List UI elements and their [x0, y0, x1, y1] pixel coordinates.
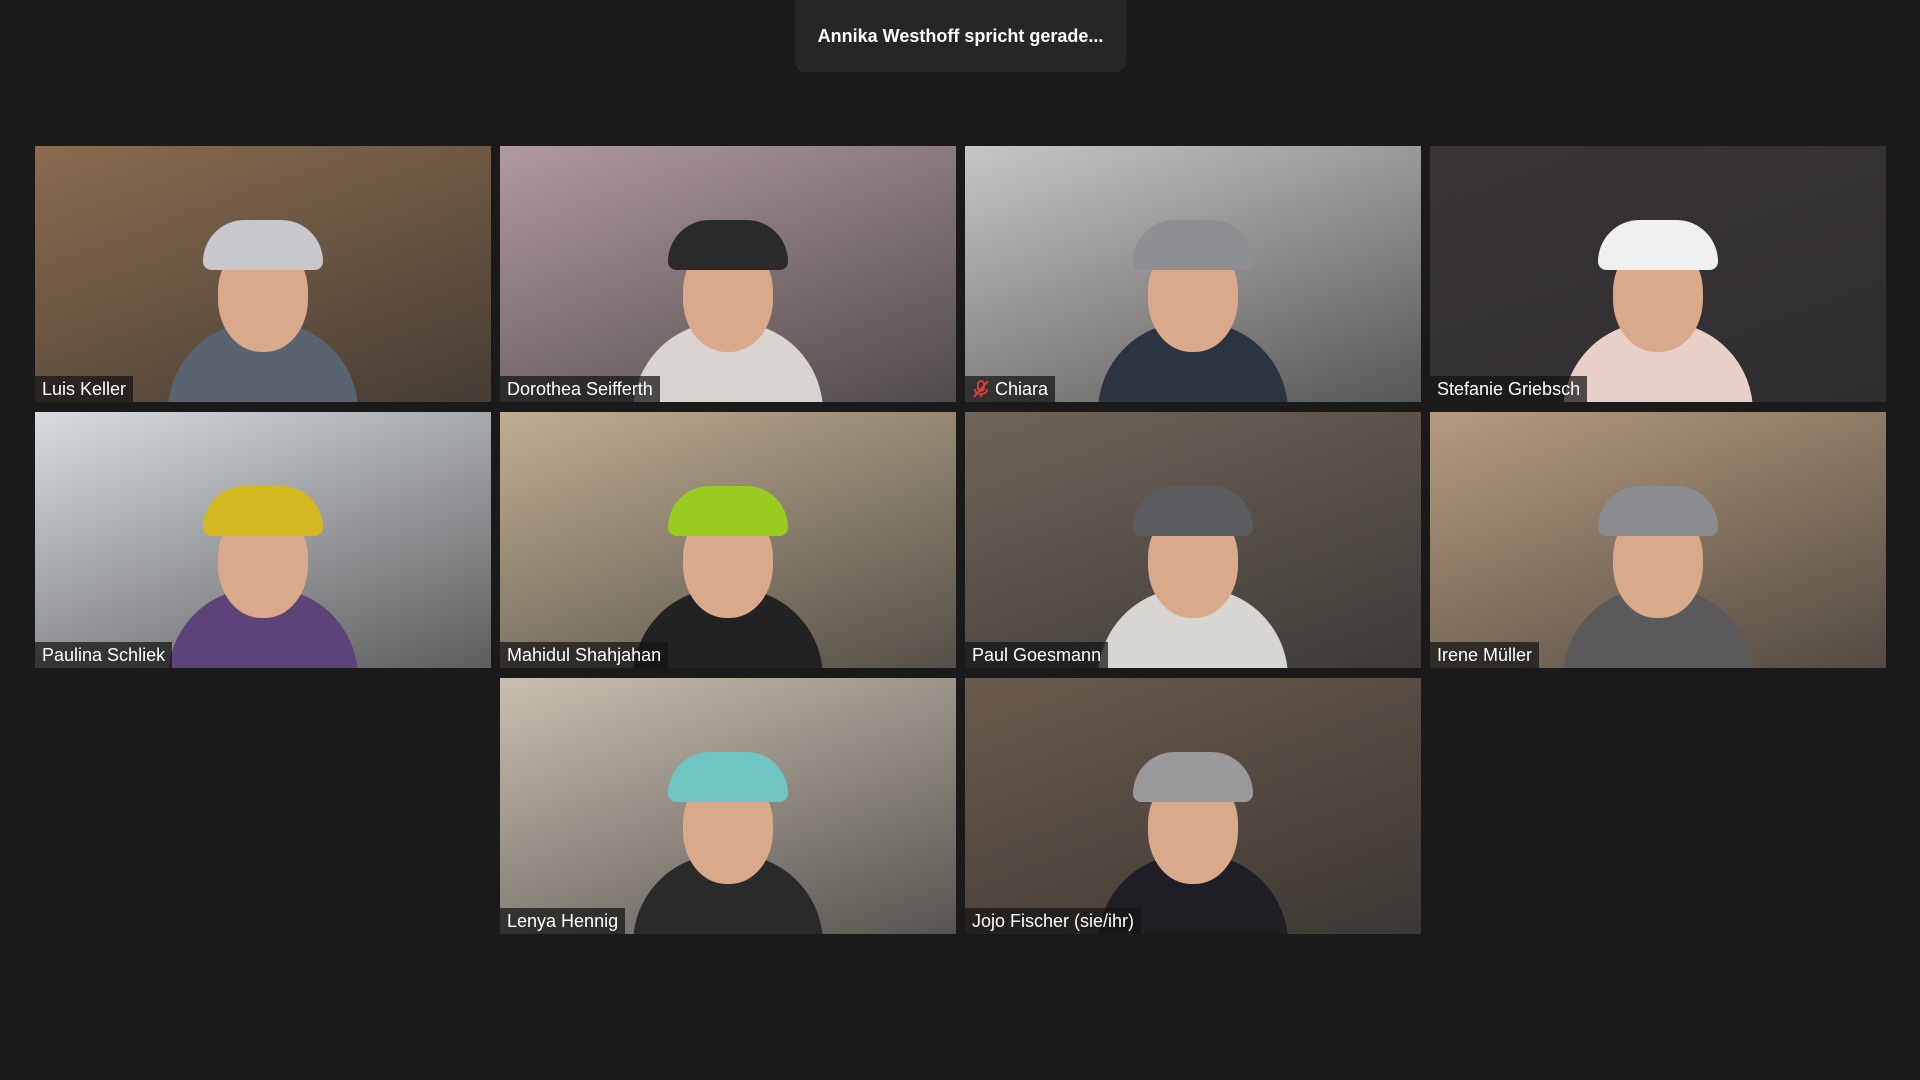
- participant-headwear: [668, 486, 788, 536]
- participant-headwear: [668, 752, 788, 802]
- video-feed: [965, 412, 1421, 668]
- participant-name-label: Irene Müller: [1430, 642, 1540, 668]
- participant-name: Paulina Schliek: [42, 645, 166, 665]
- participant-silhouette: [168, 468, 358, 668]
- video-tile-chiara[interactable]: Chiara: [965, 146, 1421, 402]
- participant-name-label: Paul Goesmann: [965, 642, 1109, 668]
- video-tile-dorothea-seifferth[interactable]: Dorothea Seifferth: [500, 146, 956, 402]
- participant-headwear: [1133, 752, 1253, 802]
- participant-silhouette: [1098, 468, 1288, 668]
- participant-name-label: Dorothea Seifferth: [500, 376, 660, 402]
- participant-headwear: [1598, 486, 1718, 536]
- active-speaker-text: Annika Westhoff spricht gerade...: [817, 25, 1104, 46]
- participant-headwear: [1133, 220, 1253, 270]
- video-feed: [1430, 412, 1886, 668]
- video-tile-jojo-fischer[interactable]: Jojo Fischer (sie/ihr): [965, 678, 1421, 934]
- participant-name-label: Luis Keller: [35, 376, 134, 402]
- video-feed: [500, 678, 956, 934]
- participant-silhouette: [1563, 468, 1753, 668]
- participant-headwear: [203, 486, 323, 536]
- participant-silhouette: [633, 734, 823, 934]
- video-tile-paul-goesmann[interactable]: Paul Goesmann: [965, 412, 1421, 668]
- video-tile-paulina-schliek[interactable]: Paulina Schliek: [35, 412, 491, 668]
- participant-silhouette: [168, 202, 358, 402]
- meeting-stage: Annika Westhoff spricht gerade... Luis K…: [0, 0, 1920, 1080]
- participant-name-label: Jojo Fischer (sie/ihr): [965, 908, 1142, 934]
- participant-silhouette: [1563, 202, 1753, 402]
- participant-silhouette: [1098, 202, 1288, 402]
- participant-silhouette: [633, 202, 823, 402]
- video-feed: [35, 412, 491, 668]
- video-feed: [965, 146, 1421, 402]
- participant-name: Dorothea Seifferth: [507, 379, 653, 399]
- video-feed: [500, 146, 956, 402]
- participant-name-label: Stefanie Griebsch: [1430, 376, 1588, 402]
- participant-name-label: Lenya Hennig: [500, 908, 626, 934]
- active-speaker-banner: Annika Westhoff spricht gerade...: [795, 0, 1126, 72]
- participant-name: Mahidul Shahjahan: [507, 645, 662, 665]
- participant-headwear: [1598, 220, 1718, 270]
- participant-name-label: Mahidul Shahjahan: [500, 642, 669, 668]
- participant-name-label: Paulina Schliek: [35, 642, 173, 668]
- video-tile-irene-mueller[interactable]: Irene Müller: [1430, 412, 1886, 668]
- participant-name: Luis Keller: [42, 379, 127, 399]
- participant-headwear: [1133, 486, 1253, 536]
- video-tile-mahidul-shahjahan[interactable]: Mahidul Shahjahan: [500, 412, 956, 668]
- participant-name-label: Chiara: [965, 376, 1056, 402]
- mic-muted-icon: [973, 380, 989, 398]
- participant-name: Paul Goesmann: [972, 645, 1102, 665]
- video-feed: [500, 412, 956, 668]
- participant-name: Jojo Fischer (sie/ihr): [972, 911, 1135, 931]
- video-tile-lenya-hennig[interactable]: Lenya Hennig: [500, 678, 956, 934]
- participant-silhouette: [633, 468, 823, 668]
- participant-name: Chiara: [995, 379, 1049, 399]
- participant-name: Irene Müller: [1437, 645, 1533, 665]
- participant-name: Lenya Hennig: [507, 911, 619, 931]
- video-tile-stefanie-griebsch[interactable]: Stefanie Griebsch: [1430, 146, 1886, 402]
- participant-name: Stefanie Griebsch: [1437, 379, 1581, 399]
- video-feed: [1430, 146, 1886, 402]
- video-feed: [35, 146, 491, 402]
- participant-silhouette: [1098, 734, 1288, 934]
- video-tile-luis-keller[interactable]: Luis Keller: [35, 146, 491, 402]
- participant-headwear: [203, 220, 323, 270]
- participant-headwear: [668, 220, 788, 270]
- video-feed: [965, 678, 1421, 934]
